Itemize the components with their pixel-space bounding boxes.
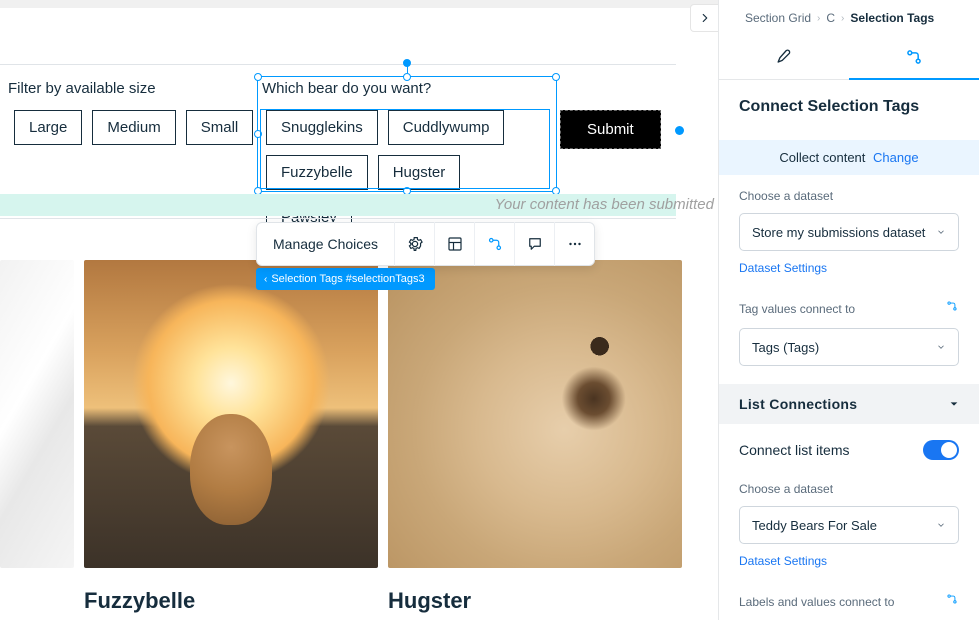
element-id-label: Selection Tags #selectionTags3 [271, 273, 424, 285]
tab-connect-data[interactable] [849, 35, 979, 79]
toggle-knob [941, 442, 957, 458]
breadcrumb: Section Grid › C › Selection Tags [719, 0, 979, 35]
submit-wrap: Submit [560, 110, 661, 149]
collapse-panel-button[interactable] [690, 4, 718, 32]
size-option-small[interactable]: Small [186, 110, 254, 145]
more-horizontal-icon [566, 235, 584, 253]
tag-values-value: Tags (Tags) [752, 340, 819, 355]
gear-icon [406, 235, 424, 253]
inspector-panel: Section Grid › C › Selection Tags Connec… [718, 0, 979, 620]
toolbar-more-button[interactable] [554, 222, 594, 266]
layout-icon [446, 235, 464, 253]
tag-values-label: Tag values connect to [739, 302, 855, 316]
connect-data-icon [904, 47, 924, 67]
element-id-chip[interactable]: ‹ Selection Tags #selectionTags3 [256, 268, 435, 290]
editor-canvas: Filter by available size Large Medium Sm… [0, 0, 718, 620]
bear-question-label: Which bear do you want? [260, 80, 556, 97]
product-card[interactable]: Fuzzybelle [84, 260, 378, 614]
chevron-down-icon [936, 518, 946, 533]
breadcrumb-item-c[interactable]: C [826, 11, 835, 25]
comment-icon [526, 235, 544, 253]
breadcrumb-item-section-grid[interactable]: Section Grid [745, 11, 811, 25]
caret-down-icon [949, 396, 959, 412]
size-option-large[interactable]: Large [14, 110, 82, 145]
dataset-select-value: Store my submissions dataset [752, 225, 925, 240]
connect-list-items-label: Connect list items [739, 442, 849, 458]
selection-anchor-dot[interactable] [675, 126, 684, 135]
choose-dataset-label-2: Choose a dataset [739, 482, 959, 496]
toolbar-settings-button[interactable] [394, 222, 434, 266]
product-title: Hugster [388, 588, 682, 614]
dataset-settings-link-2[interactable]: Dataset Settings [739, 554, 827, 568]
collect-content-label: Collect content [779, 150, 865, 165]
filter-by-size-group: Filter by available size Large Medium Sm… [4, 80, 253, 145]
bear-option-cuddlywump[interactable]: Cuddlywump [388, 110, 505, 145]
element-toolbar: Manage Choices [256, 222, 595, 266]
product-image-teddy-bedding [0, 260, 74, 568]
chevron-right-icon [698, 11, 712, 25]
product-card[interactable]: Hugster [388, 260, 682, 614]
choose-dataset-label: Choose a dataset [739, 189, 959, 203]
tag-values-select[interactable]: Tags (Tags) [739, 328, 959, 366]
chevron-down-icon [936, 225, 946, 240]
filter-size-label: Filter by available size [4, 80, 253, 97]
tab-design[interactable] [719, 35, 849, 79]
breadcrumb-item-active: Selection Tags [850, 11, 934, 25]
dataset-select-value-2: Teddy Bears For Sale [752, 518, 877, 533]
bear-option-snugglekins[interactable]: Snugglekins [266, 110, 378, 145]
toolbar-comment-button[interactable] [514, 222, 554, 266]
panel-heading: Connect Selection Tags [739, 98, 959, 116]
collect-change-link[interactable]: Change [873, 150, 919, 165]
form-top-border [0, 64, 676, 65]
toolbar-connect-button[interactable] [474, 222, 514, 266]
reset-binding-button-2[interactable] [945, 592, 959, 611]
connect-data-icon [945, 299, 959, 313]
chevron-left-icon: ‹ [264, 274, 267, 285]
collect-content-banner: Collect content Change [719, 140, 979, 175]
dataset-select-submissions[interactable]: Store my submissions dataset [739, 213, 959, 251]
chevron-down-icon [936, 340, 946, 355]
manage-choices-button[interactable]: Manage Choices [257, 236, 394, 252]
chevron-right-icon: › [841, 13, 844, 24]
bear-option-hugster[interactable]: Hugster [378, 155, 461, 190]
connect-list-items-toggle[interactable] [923, 440, 959, 460]
product-card[interactable] [0, 260, 74, 614]
bear-option-fuzzybelle[interactable]: Fuzzybelle [266, 155, 368, 190]
list-connections-label: List Connections [739, 396, 857, 412]
submitted-message: Your content has been submitted [495, 196, 714, 213]
connect-data-icon [486, 235, 504, 253]
reset-binding-button[interactable] [945, 299, 959, 318]
labels-values-label: Labels and values connect to [739, 595, 894, 609]
canvas-top-strip [0, 0, 718, 8]
form-bottom-border [0, 218, 676, 219]
brush-icon [774, 47, 794, 67]
selection-rotate-handle[interactable] [403, 59, 411, 67]
product-title: Fuzzybelle [84, 588, 378, 614]
chevron-right-icon: › [817, 13, 820, 24]
connect-data-icon [945, 592, 959, 606]
product-image-teddy-closeup [388, 260, 682, 568]
product-card-grid: Fuzzybelle Hugster [0, 260, 718, 614]
submit-button[interactable]: Submit [560, 110, 661, 149]
product-image-teddy-sunset [84, 260, 378, 568]
size-option-medium[interactable]: Medium [92, 110, 175, 145]
toolbar-layout-button[interactable] [434, 222, 474, 266]
list-connections-header[interactable]: List Connections [719, 384, 979, 424]
dataset-select-teddy-bears[interactable]: Teddy Bears For Sale [739, 506, 959, 544]
inspector-tabs [719, 35, 979, 80]
dataset-settings-link[interactable]: Dataset Settings [739, 261, 827, 275]
